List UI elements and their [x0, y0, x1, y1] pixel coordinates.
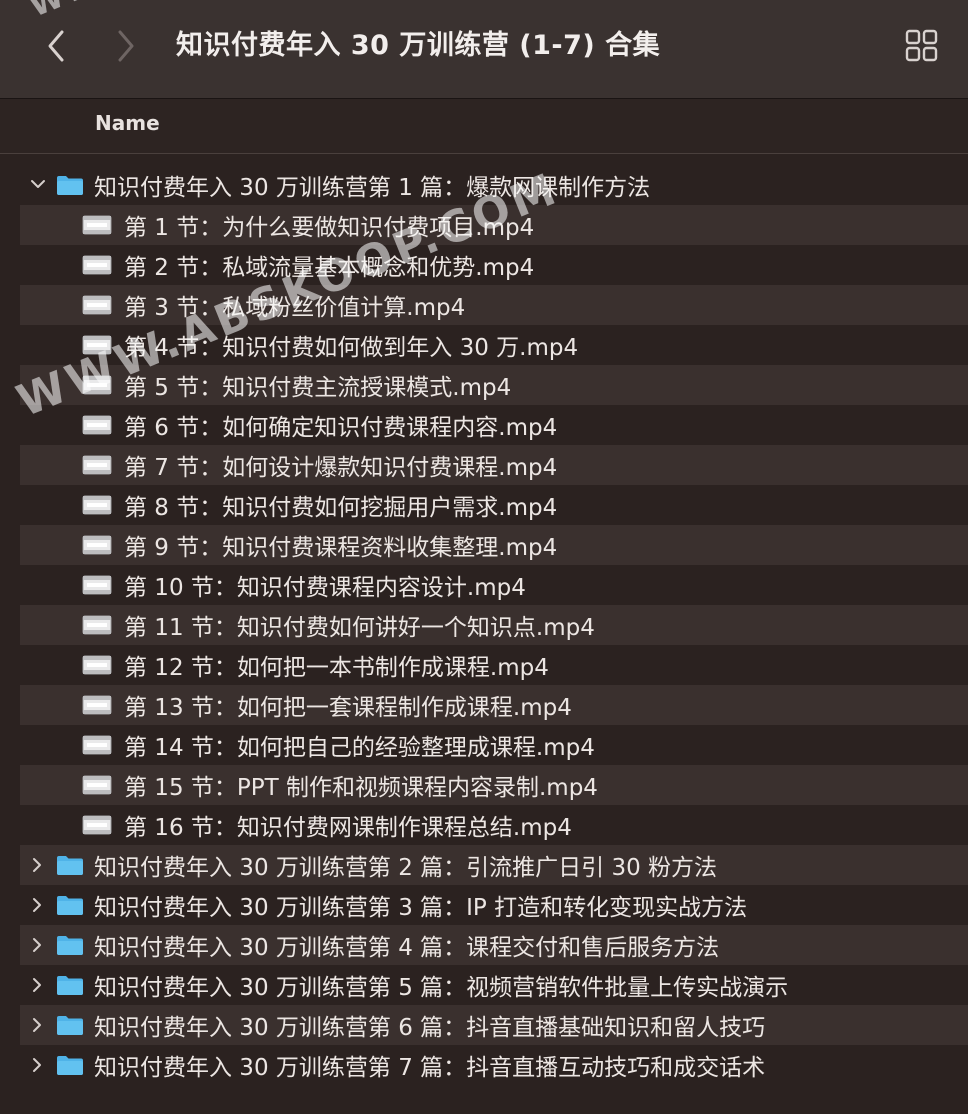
file-row[interactable]: 第 1 节：为什么要做知识付费项目.mp4 — [20, 205, 968, 245]
folder-row[interactable]: 知识付费年入 30 万训练营第 6 篇：抖音直播基础知识和留人技巧 — [20, 1005, 968, 1045]
video-file-icon — [82, 335, 112, 355]
folder-icon — [57, 936, 83, 955]
file-row[interactable]: 第 15 节：PPT 制作和视频课程内容录制.mp4 — [20, 765, 968, 805]
video-file-icon — [82, 815, 112, 835]
chevron-left-icon — [48, 30, 64, 62]
chevron-right-icon — [33, 898, 41, 912]
folder-icon — [57, 856, 83, 875]
file-name: 第 11 节：知识付费如何讲好一个知识点.mp4 — [124, 615, 595, 641]
folder-name: 知识付费年入 30 万训练营第 1 篇：爆款网课制作方法 — [94, 175, 651, 201]
folder-name: 知识付费年入 30 万训练营第 2 篇：引流推广日引 30 粉方法 — [94, 855, 718, 881]
file-row[interactable]: 第 13 节：如何把一套课程制作成课程.mp4 — [20, 685, 968, 725]
file-row[interactable]: 第 11 节：知识付费如何讲好一个知识点.mp4 — [20, 605, 968, 645]
file-name: 第 9 节：知识付费课程资料收集整理.mp4 — [124, 535, 558, 561]
file-row[interactable]: 第 6 节：如何确定知识付费课程内容.mp4 — [20, 405, 968, 445]
disclosure-toggle[interactable] — [20, 896, 56, 914]
disclosure-toggle[interactable] — [20, 176, 56, 194]
video-file-icon — [82, 775, 112, 795]
chevron-down-icon — [31, 180, 45, 188]
name-column-header[interactable]: Name — [95, 111, 160, 135]
video-file-icon — [82, 455, 112, 475]
file-row[interactable]: 第 14 节：如何把自己的经验整理成课程.mp4 — [20, 725, 968, 765]
file-row[interactable]: 第 4 节：知识付费如何做到年入 30 万.mp4 — [20, 325, 968, 365]
folder-name: 知识付费年入 30 万训练营第 3 篇：IP 打造和转化变现实战方法 — [94, 895, 748, 921]
disclosure-toggle[interactable] — [20, 976, 56, 994]
video-file-icon — [82, 655, 112, 675]
video-file-icon — [82, 295, 112, 315]
video-file-icon — [82, 375, 112, 395]
video-file-icon — [82, 575, 112, 595]
video-file-icon — [82, 495, 112, 515]
folder-icon — [57, 1016, 83, 1035]
file-row[interactable]: 第 10 节：知识付费课程内容设计.mp4 — [20, 565, 968, 605]
folder-row[interactable]: 知识付费年入 30 万训练营第 4 篇：课程交付和售后服务方法 — [20, 925, 968, 965]
folder-name: 知识付费年入 30 万训练营第 4 篇：课程交付和售后服务方法 — [94, 935, 720, 961]
disclosure-toggle[interactable] — [20, 1056, 56, 1074]
video-file-icon — [82, 255, 112, 275]
view-toggle-button[interactable] — [902, 26, 942, 66]
file-name: 第 1 节：为什么要做知识付费项目.mp4 — [124, 215, 535, 241]
folder-name: 知识付费年入 30 万训练营第 5 篇：视频营销软件批量上传实战演示 — [94, 975, 789, 1001]
file-name: 第 8 节：知识付费如何挖掘用户需求.mp4 — [124, 495, 558, 521]
file-row[interactable]: 第 7 节：如何设计爆款知识付费课程.mp4 — [20, 445, 968, 485]
file-row[interactable]: 第 9 节：知识付费课程资料收集整理.mp4 — [20, 525, 968, 565]
chevron-right-icon — [33, 978, 41, 992]
window-title: 知识付费年入 30 万训练营 (1-7) 合集 — [176, 30, 661, 61]
video-file-icon — [82, 615, 112, 635]
video-file-icon — [82, 735, 112, 755]
file-name: 第 10 节：知识付费课程内容设计.mp4 — [124, 575, 526, 601]
file-name: 第 14 节：如何把自己的经验整理成课程.mp4 — [124, 735, 595, 761]
chevron-right-icon — [33, 1058, 41, 1072]
toolbar: 知识付费年入 30 万训练营 (1-7) 合集 — [0, 0, 968, 99]
column-header: Name — [0, 99, 968, 154]
chevron-right-icon — [33, 938, 41, 952]
video-file-icon — [82, 535, 112, 555]
file-row[interactable]: 第 8 节：知识付费如何挖掘用户需求.mp4 — [20, 485, 968, 525]
folder-row[interactable]: 知识付费年入 30 万训练营第 2 篇：引流推广日引 30 粉方法 — [20, 845, 968, 885]
file-name: 第 3 节：私域粉丝价值计算.mp4 — [124, 295, 466, 321]
folder-name: 知识付费年入 30 万训练营第 6 篇：抖音直播基础知识和留人技巧 — [94, 1015, 766, 1041]
forward-button[interactable] — [106, 22, 146, 70]
folder-row[interactable]: 知识付费年入 30 万训练营第 7 篇：抖音直播互动技巧和成交话术 — [20, 1045, 968, 1085]
file-row[interactable]: 第 12 节：如何把一本书制作成课程.mp4 — [20, 645, 968, 685]
grid-view-icon — [905, 29, 938, 62]
file-name: 第 16 节：知识付费网课制作课程总结.mp4 — [124, 815, 572, 841]
folder-row[interactable]: 知识付费年入 30 万训练营第 5 篇：视频营销软件批量上传实战演示 — [20, 965, 968, 1005]
file-name: 第 15 节：PPT 制作和视频课程内容录制.mp4 — [124, 775, 598, 801]
folder-row[interactable]: 知识付费年入 30 万训练营第 3 篇：IP 打造和转化变现实战方法 — [20, 885, 968, 925]
file-name: 第 13 节：如何把一套课程制作成课程.mp4 — [124, 695, 572, 721]
disclosure-toggle[interactable] — [20, 1016, 56, 1034]
file-row[interactable]: 第 5 节：知识付费主流授课模式.mp4 — [20, 365, 968, 405]
folder-icon — [57, 176, 83, 195]
folder-icon — [57, 976, 83, 995]
folder-icon — [57, 896, 83, 915]
file-name: 第 5 节：知识付费主流授课模式.mp4 — [124, 375, 512, 401]
file-row[interactable]: 第 3 节：私域粉丝价值计算.mp4 — [20, 285, 968, 325]
chevron-right-icon — [118, 30, 134, 62]
file-row[interactable]: 第 16 节：知识付费网课制作课程总结.mp4 — [20, 805, 968, 845]
video-file-icon — [82, 215, 112, 235]
file-name: 第 12 节：如何把一本书制作成课程.mp4 — [124, 655, 549, 681]
disclosure-toggle[interactable] — [20, 856, 56, 874]
back-button[interactable] — [36, 22, 76, 70]
disclosure-toggle[interactable] — [20, 936, 56, 954]
chevron-right-icon — [33, 858, 41, 872]
file-name: 第 4 节：知识付费如何做到年入 30 万.mp4 — [124, 335, 579, 361]
chevron-right-icon — [33, 1018, 41, 1032]
file-name: 第 7 节：如何设计爆款知识付费课程.mp4 — [124, 455, 558, 481]
folder-name: 知识付费年入 30 万训练营第 7 篇：抖音直播互动技巧和成交话术 — [94, 1055, 766, 1081]
folder-row[interactable]: 知识付费年入 30 万训练营第 1 篇：爆款网课制作方法 — [20, 165, 968, 205]
file-name: 第 6 节：如何确定知识付费课程内容.mp4 — [124, 415, 558, 441]
video-file-icon — [82, 415, 112, 435]
video-file-icon — [82, 695, 112, 715]
file-name: 第 2 节：私域流量基本概念和优势.mp4 — [124, 255, 535, 281]
file-row[interactable]: 第 2 节：私域流量基本概念和优势.mp4 — [20, 245, 968, 285]
folder-icon — [57, 1056, 83, 1075]
